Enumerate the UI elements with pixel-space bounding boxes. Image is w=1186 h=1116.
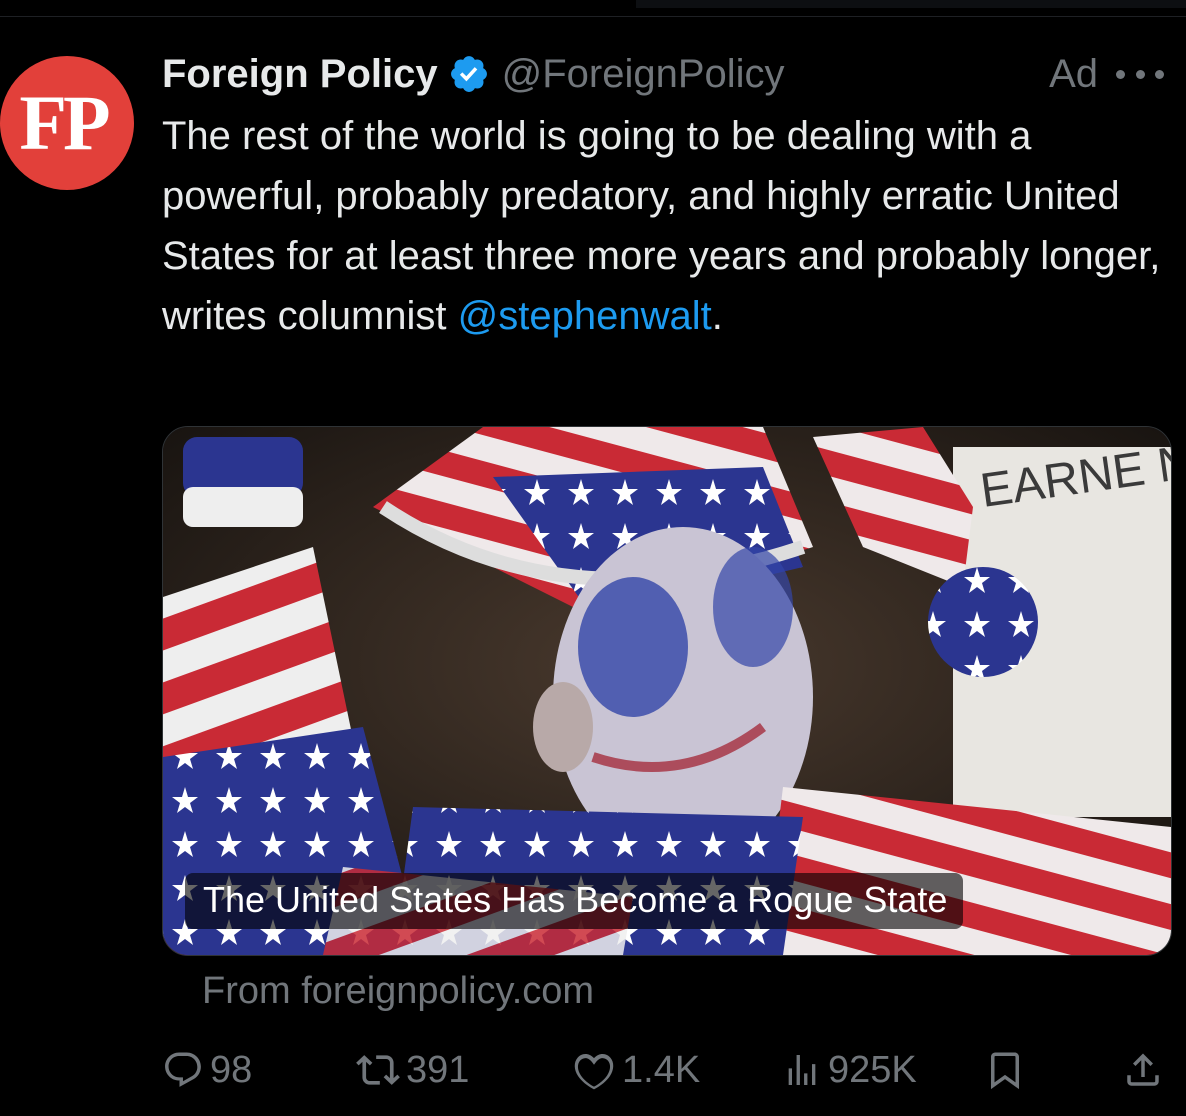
views-bar-icon: [788, 1055, 816, 1085]
tweet-trailing: .: [711, 294, 723, 338]
display-name[interactable]: Foreign Policy: [162, 52, 438, 97]
ad-label: Ad: [1049, 51, 1098, 96]
avatar[interactable]: FP: [0, 56, 134, 190]
like-count: 1.4K: [622, 1048, 701, 1091]
heart-icon: [574, 1054, 614, 1090]
share-button[interactable]: [1122, 1040, 1170, 1100]
mention-link[interactable]: @stephenwalt: [458, 294, 712, 338]
verified-badge-icon[interactable]: [448, 53, 490, 95]
avatar-logo-text: FP: [19, 79, 110, 166]
more-dots-icon[interactable]: [1116, 70, 1164, 80]
repost-icon: [356, 1055, 400, 1085]
bookmark-icon: [991, 1052, 1019, 1090]
like-button[interactable]: 1.4K: [572, 1040, 700, 1100]
reply-icon: [165, 1052, 201, 1087]
bookmark-button[interactable]: [984, 1040, 1032, 1100]
reply-button[interactable]: 98: [162, 1040, 252, 1100]
action-bar: 98 391 1.4K 925K: [162, 1040, 1172, 1100]
tweet-header: Foreign Policy @ForeignPolicy Ad: [162, 48, 1172, 100]
views-button[interactable]: 925K: [782, 1040, 917, 1100]
repost-button[interactable]: 391: [356, 1040, 469, 1100]
card-source[interactable]: From foreignpolicy.com: [202, 970, 594, 1013]
share-icon: [1127, 1053, 1159, 1086]
handle[interactable]: @ForeignPolicy: [502, 52, 785, 97]
reply-count: 98: [210, 1048, 253, 1091]
views-count: 925K: [828, 1048, 917, 1091]
tweet-text: The rest of the world is going to be dea…: [162, 106, 1172, 346]
card-title: The United States Has Become a Rogue Sta…: [185, 873, 964, 929]
link-card[interactable]: EARNE N PONZI The United States Has Beco…: [162, 426, 1172, 956]
repost-count: 391: [406, 1048, 470, 1091]
top-divider: [0, 0, 1186, 17]
